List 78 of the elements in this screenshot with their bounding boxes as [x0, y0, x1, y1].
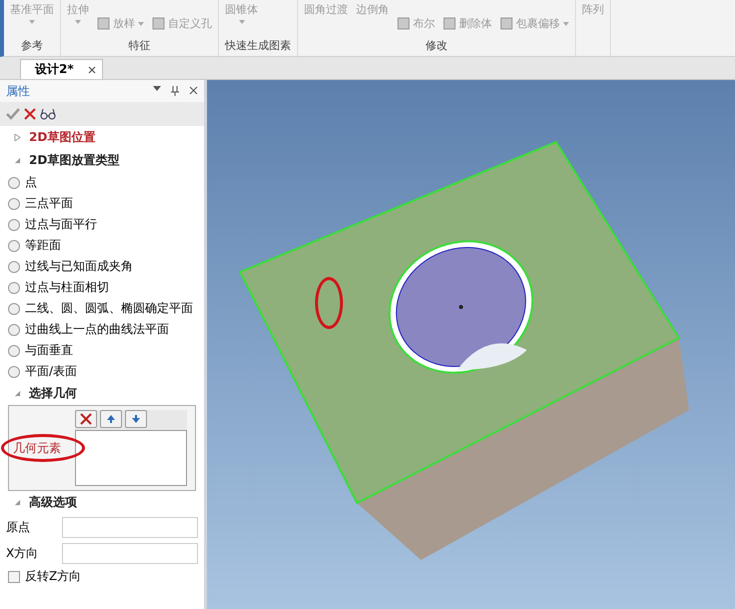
- caret-icon: [238, 20, 244, 24]
- radio-option[interactable]: 过曲线上一点的曲线法平面: [0, 319, 204, 340]
- input-field[interactable]: [62, 516, 198, 538]
- section-title[interactable]: 选择几何: [29, 385, 77, 402]
- radio-button[interactable]: [8, 344, 20, 356]
- option-label: 过曲线上一点的曲线法平面: [25, 321, 169, 338]
- checkbox[interactable]: [8, 570, 20, 582]
- ribbon-button-label: 自定义孔: [168, 16, 212, 31]
- radio-option[interactable]: 过点与面平行: [0, 214, 204, 235]
- radio-option[interactable]: 与面垂直: [0, 340, 204, 361]
- expanded-triangle-icon[interactable]: [14, 499, 21, 506]
- option-label: 过点与面平行: [25, 216, 97, 233]
- radio-option[interactable]: 等距面: [0, 235, 204, 256]
- checkbox-option[interactable]: 反转Z方向: [0, 566, 204, 587]
- radio-button[interactable]: [8, 282, 20, 294]
- radio-option[interactable]: 过点与柱面相切: [0, 277, 204, 298]
- move-up-button[interactable]: [100, 410, 122, 428]
- delete-button[interactable]: [75, 410, 97, 428]
- up-arrow-icon: [106, 414, 116, 424]
- section-title[interactable]: 2D草图放置类型: [29, 152, 120, 169]
- radio-button[interactable]: [8, 218, 20, 230]
- radio-button[interactable]: [8, 198, 20, 210]
- option-label: 三点平面: [25, 195, 73, 212]
- glasses-icon[interactable]: [40, 108, 56, 120]
- close-icon: [88, 66, 96, 74]
- close-icon[interactable]: [189, 86, 198, 95]
- radio-option[interactable]: 点: [0, 172, 204, 193]
- field-label: 原点: [6, 518, 31, 536]
- option-label: 点: [25, 174, 37, 191]
- checkmark-icon[interactable]: [6, 108, 20, 120]
- caret-icon: [29, 20, 35, 24]
- collapsed-triangle-icon[interactable]: [14, 134, 21, 141]
- section-title[interactable]: 高级选项: [29, 494, 77, 511]
- panel-title: 属性: [6, 82, 30, 100]
- radio-button[interactable]: [8, 324, 20, 336]
- ribbon-group-label: 修改: [424, 38, 448, 53]
- option-label: 过线与已知面成夹角: [25, 258, 133, 275]
- caret-icon: [75, 20, 81, 24]
- pin-icon[interactable]: [171, 86, 179, 96]
- close-icon[interactable]: [24, 108, 36, 120]
- geometry-list[interactable]: [75, 430, 187, 486]
- radio-button[interactable]: [8, 240, 20, 252]
- annotation-ellipse: [315, 277, 343, 329]
- radio-option[interactable]: 过线与已知面成夹角: [0, 256, 204, 277]
- ribbon-button-label: 包裹偏移: [516, 16, 560, 31]
- down-arrow-icon: [131, 414, 141, 424]
- section-title[interactable]: 2D草图位置: [29, 129, 96, 146]
- dropdown-icon[interactable]: [153, 86, 161, 91]
- radio-option[interactable]: 三点平面: [0, 193, 204, 214]
- radio-option[interactable]: 二线、圆、圆弧、椭圆确定平面: [0, 298, 204, 319]
- input-field[interactable]: [62, 542, 198, 564]
- option-label: 过点与柱面相切: [25, 279, 109, 296]
- caret-icon: [138, 22, 144, 26]
- radio-button[interactable]: [8, 260, 20, 272]
- field-label: X方向: [6, 544, 40, 562]
- radio-button[interactable]: [8, 366, 20, 378]
- caret-icon: [563, 22, 569, 26]
- option-label: 反转Z方向: [25, 568, 82, 585]
- close-icon: [80, 413, 92, 425]
- move-down-button[interactable]: [125, 410, 147, 428]
- ribbon-group-label: 特征: [128, 38, 152, 53]
- ribbon-button-label: 删除体: [459, 16, 492, 31]
- ribbon-button-label: 布尔: [413, 16, 435, 31]
- option-label: 与面垂直: [25, 342, 73, 359]
- option-label: 等距面: [25, 237, 61, 254]
- ribbon-button-label: 放样: [113, 16, 135, 31]
- option-label: 平面/表面: [25, 363, 78, 380]
- expanded-triangle-icon[interactable]: [14, 390, 21, 397]
- 3d-viewport[interactable]: [207, 80, 735, 609]
- geometry-label: 几何元素: [12, 440, 62, 456]
- radio-button[interactable]: [8, 176, 20, 188]
- ribbon-group-label: 参考: [20, 38, 44, 53]
- expanded-triangle-icon[interactable]: [14, 157, 21, 164]
- ribbon-group-label: 快速生成图素: [225, 38, 291, 53]
- option-label: 二线、圆、圆弧、椭圆确定平面: [25, 300, 193, 317]
- document-tab[interactable]: 设计2*: [20, 59, 103, 79]
- radio-button[interactable]: [8, 302, 20, 314]
- radio-option[interactable]: 平面/表面: [0, 361, 204, 382]
